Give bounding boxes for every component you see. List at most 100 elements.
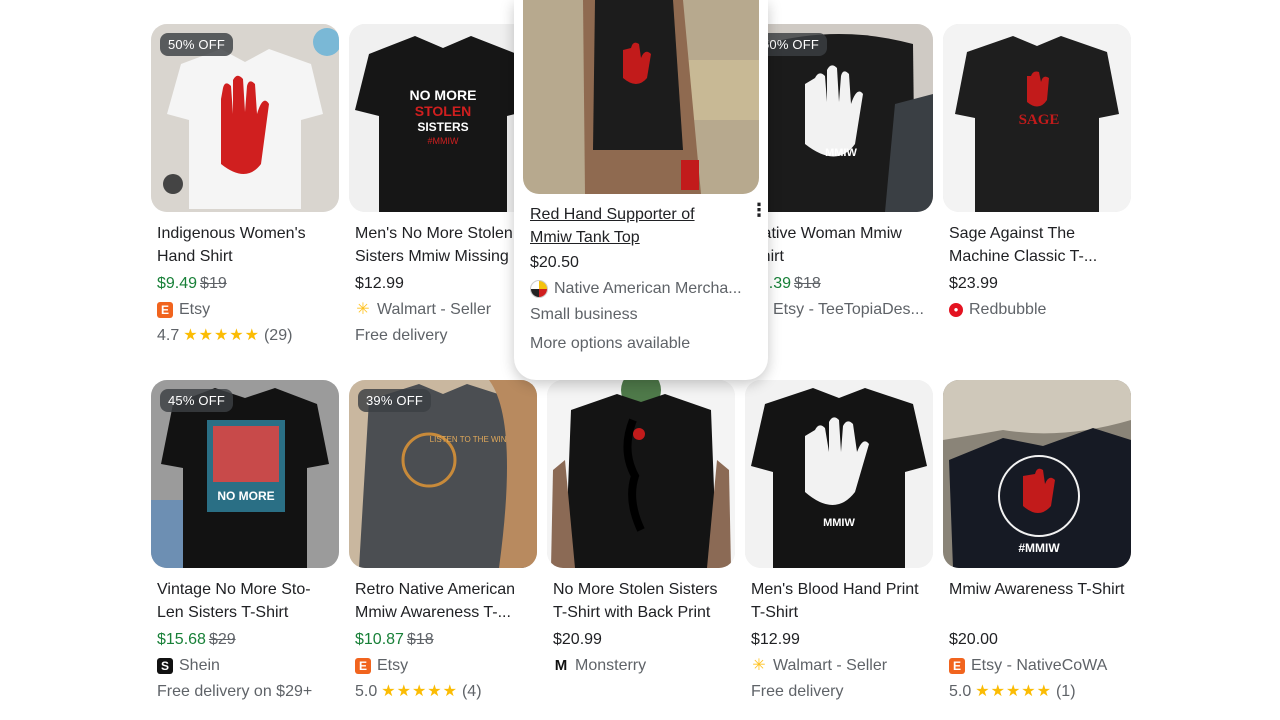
- product-card[interactable]: No More Stolen Sisters T-Shirt with Back…: [547, 380, 737, 678]
- seller: S Shein: [151, 654, 341, 678]
- rating: 4.7 ★★★★★ (29): [151, 324, 341, 348]
- original-price: $29: [208, 631, 236, 648]
- product-photo: NO MORE STOLEN SISTERS #MMIW: [349, 24, 537, 212]
- seller-name: Monsterry: [575, 657, 647, 674]
- etsy-icon: E: [157, 302, 173, 318]
- svg-text:MMIW: MMIW: [825, 147, 857, 159]
- product-title[interactable]: Sage Against The Machine Classic T-...: [943, 222, 1131, 268]
- price: $12.99: [355, 275, 404, 292]
- product-card[interactable]: 50% OFF Indigenous Women's Hand Shirt $9…: [151, 24, 341, 348]
- seller: E Etsy: [349, 654, 539, 678]
- product-image[interactable]: #MMIW: [943, 380, 1131, 568]
- seller-name: Etsy: [377, 657, 409, 674]
- price-line: $10.87 $18: [349, 628, 539, 652]
- product-card[interactable]: MMIW Men's Blood Hand Print T-Shirt $12.…: [745, 380, 935, 704]
- product-image[interactable]: SAGE: [943, 24, 1131, 212]
- more-options-link[interactable]: More options available: [530, 335, 690, 353]
- product-card[interactable]: NO MORE STOLEN SISTERS #MMIW Men's No Mo…: [349, 24, 539, 348]
- walmart-spark-icon: ✳: [356, 301, 370, 318]
- product-photo: #MMIW: [943, 380, 1131, 568]
- seller-name: Native American Mercha...: [554, 280, 742, 297]
- sage-print: SAGE: [1019, 112, 1060, 128]
- mmiw-print: MMIW: [823, 517, 855, 529]
- product-photo: SAGE: [943, 24, 1131, 212]
- delivery-info: Free delivery: [751, 683, 844, 700]
- sale-price: $9.49: [157, 275, 198, 292]
- product-title[interactable]: Native Woman Mmiw Shirt: [745, 222, 933, 268]
- price-line: $20.00: [943, 628, 1133, 652]
- product-image[interactable]: [523, 0, 759, 194]
- product-title[interactable]: Retro Native American Mmiw Awareness T-.…: [349, 578, 537, 624]
- product-hover-card[interactable]: Red Hand Supporter of Mmiw Tank Top ⋮ $2…: [514, 0, 768, 380]
- seller: E Etsy - TeeTopiaDes...: [745, 298, 935, 322]
- native-american-icon: [530, 280, 548, 298]
- product-photo: MMIW: [745, 380, 933, 568]
- seller: Native American Mercha...: [530, 280, 760, 298]
- rating: 5.0 ★★★★★ (1): [943, 680, 1133, 704]
- delivery-info: Free delivery: [355, 327, 448, 344]
- product-card[interactable]: SAGE Sage Against The Machine Classic T-…: [943, 24, 1133, 322]
- seller-name: Redbubble: [969, 301, 1047, 318]
- original-price: $18: [794, 275, 821, 292]
- discount-badge: 45% OFF: [160, 389, 234, 412]
- product-card[interactable]: LISTEN TO THE WIND 39% OFF Retro Native …: [349, 380, 539, 704]
- price-line: $20.99: [547, 628, 737, 652]
- svg-text:NO MORE: NO MORE: [410, 87, 477, 103]
- delivery-info: Free delivery on $29+: [157, 683, 313, 700]
- etsy-icon: E: [949, 658, 965, 674]
- walmart-spark-icon: ✳: [752, 657, 766, 674]
- product-image[interactable]: MMIW: [745, 380, 933, 568]
- sale-price: $10.87: [355, 631, 404, 648]
- seller: ✳ Walmart - Seller: [349, 298, 539, 322]
- star-rating-icon: ★★★★★: [183, 327, 260, 344]
- star-rating-icon: ★★★★★: [975, 683, 1052, 700]
- price: $20.99: [553, 631, 602, 648]
- vintage-print: NO MORE: [217, 489, 274, 503]
- product-title[interactable]: Men's Blood Hand Print T-Shirt: [745, 578, 933, 624]
- product-title[interactable]: Men's No More Stolen Sisters Mmiw Missin…: [349, 222, 537, 268]
- star-rating-icon: ★★★★★: [381, 683, 458, 700]
- svg-text:#MMIW: #MMIW: [428, 136, 460, 146]
- seller-name: Etsy: [179, 301, 211, 318]
- product-photo: [523, 0, 759, 194]
- price: $23.99: [949, 275, 998, 292]
- price-line: $12.99: [349, 272, 539, 296]
- seller-name: Etsy - TeeTopiaDes...: [773, 301, 924, 318]
- product-title[interactable]: Mmiw Awareness T-Shirt: [943, 578, 1131, 624]
- review-count: (1): [1055, 683, 1076, 700]
- svg-text:SISTERS: SISTERS: [417, 120, 468, 134]
- original-price: $19: [200, 275, 227, 292]
- price-line: $9.49 $19: [151, 272, 341, 296]
- product-title[interactable]: Indigenous Women's Hand Shirt: [151, 222, 339, 268]
- product-title-link[interactable]: Red Hand Supporter of Mmiw Tank Top: [530, 203, 730, 249]
- price-line: $9.39 $18: [745, 272, 935, 296]
- price: $12.99: [751, 631, 800, 648]
- hashtag-print: #MMIW: [1018, 541, 1060, 555]
- rating-value: 5.0: [949, 683, 972, 700]
- svg-text:STOLEN: STOLEN: [415, 103, 472, 119]
- product-image[interactable]: NO MORE 45% OFF: [151, 380, 339, 568]
- product-image[interactable]: LISTEN TO THE WIND 39% OFF: [349, 380, 537, 568]
- product-card[interactable]: NO MORE 45% OFF Vintage No More Sto- Len…: [151, 380, 341, 704]
- price: $20.50: [530, 254, 579, 271]
- product-title[interactable]: Vintage No More Sto- Len Sisters T-Shirt: [151, 578, 339, 624]
- product-card[interactable]: #MMIW Mmiw Awareness T-Shirt $20.00 E Et…: [943, 380, 1133, 704]
- more-options-menu-icon[interactable]: ⋮: [750, 201, 768, 219]
- seller-name: Etsy - NativeCoWA: [971, 657, 1108, 674]
- sale-price: $15.68: [157, 631, 206, 648]
- shein-icon: S: [157, 658, 173, 674]
- product-image[interactable]: MMIW 50% OFF: [745, 24, 933, 212]
- product-image[interactable]: 50% OFF: [151, 24, 339, 212]
- product-title[interactable]: No More Stolen Sisters T-Shirt with Back…: [547, 578, 735, 624]
- product-image[interactable]: NO MORE STOLEN SISTERS #MMIW: [349, 24, 537, 212]
- price-line: $23.99: [943, 272, 1133, 296]
- seller: E Etsy - NativeCoWA: [943, 654, 1133, 678]
- review-count: (4): [461, 683, 482, 700]
- rating: 5.0 ★★★★★ (4): [349, 680, 539, 704]
- price-line: $12.99: [745, 628, 935, 652]
- seller: M Monsterry: [547, 654, 737, 678]
- discount-badge: 50% OFF: [160, 33, 234, 56]
- product-image[interactable]: [547, 380, 735, 568]
- redbubble-icon: ●: [949, 303, 963, 317]
- product-card[interactable]: MMIW 50% OFF Native Woman Mmiw Shirt $9.…: [745, 24, 935, 322]
